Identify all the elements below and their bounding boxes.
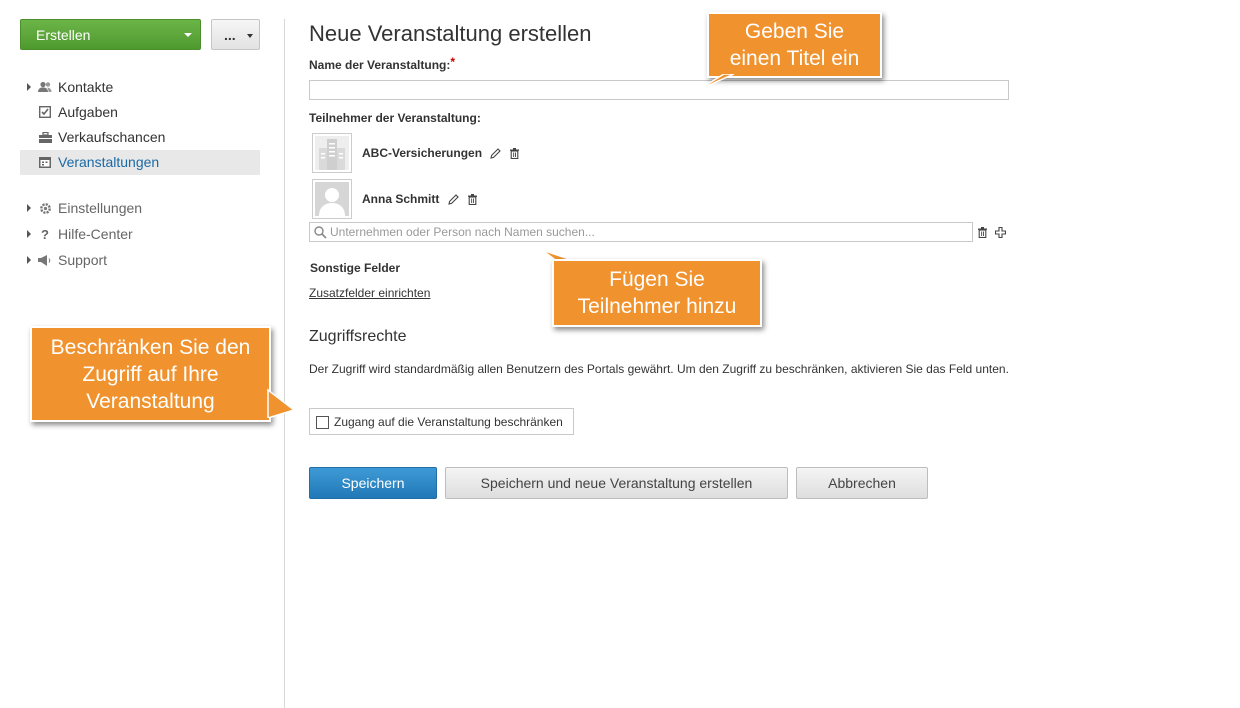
- expand-arrow-icon[interactable]: [27, 230, 31, 238]
- create-button[interactable]: Erstellen: [20, 19, 201, 50]
- sidebar-item-aufgaben[interactable]: Aufgaben: [20, 100, 260, 125]
- save-and-new-button[interactable]: Speichern und neue Veranstaltung erstell…: [445, 467, 788, 499]
- company-building-icon: [319, 139, 345, 170]
- sidebar-item-label: Veranstaltungen: [58, 154, 160, 170]
- person-silhouette-icon: [319, 188, 345, 216]
- callout-pointer-icon: [697, 74, 735, 91]
- edit-pencil-icon[interactable]: [489, 147, 501, 159]
- create-button-label: Erstellen: [36, 26, 91, 43]
- required-marker: *: [450, 55, 456, 69]
- access-rights-description: Der Zugriff wird standardmäßig allen Ben…: [309, 362, 1009, 376]
- trash-icon[interactable]: [976, 226, 988, 238]
- sidebar-item-label: Kontakte: [58, 79, 114, 95]
- expand-arrow-icon[interactable]: [27, 256, 31, 264]
- callout-pointer-icon: [267, 388, 296, 418]
- cancel-button[interactable]: Abbrechen: [796, 467, 928, 499]
- custom-fields-link[interactable]: Zusatzfelder einrichten: [309, 286, 430, 300]
- add-plus-icon[interactable]: [994, 226, 1006, 238]
- page-title: Neue Veranstaltung erstellen: [309, 21, 592, 46]
- chevron-down-icon: [184, 33, 192, 37]
- edit-pencil-icon[interactable]: [447, 193, 459, 205]
- participants-label: Teilnehmer der Veranstaltung:: [309, 111, 481, 125]
- sidebar-item-label: Hilfe-Center: [58, 226, 133, 242]
- search-icon: [314, 226, 327, 239]
- event-name-label: Name der Veranstaltung:*: [309, 55, 456, 72]
- gear-icon: [38, 201, 52, 215]
- restrict-access-toggle[interactable]: Zugang auf die Veranstaltung beschränken: [309, 408, 574, 435]
- trash-icon[interactable]: [508, 147, 520, 159]
- more-button-label: ...: [224, 26, 236, 43]
- sidebar-item-hilfe-center[interactable]: ? Hilfe-Center: [20, 222, 260, 247]
- restrict-access-checkbox[interactable]: [316, 416, 329, 429]
- participant-search-input[interactable]: [330, 224, 960, 240]
- participant-search[interactable]: [309, 222, 973, 242]
- sidebar-item-einstellungen[interactable]: Einstellungen: [20, 196, 260, 221]
- expand-arrow-icon[interactable]: [27, 83, 31, 91]
- briefcase-icon: [38, 130, 52, 144]
- participant-name[interactable]: ABC-Versicherungen: [362, 146, 482, 160]
- restrict-access-label: Zugang auf die Veranstaltung beschränken: [334, 415, 563, 429]
- sidebar-item-label: Einstellungen: [58, 200, 143, 216]
- sidebar-item-label: Aufgaben: [58, 104, 118, 120]
- person-avatar: [312, 179, 352, 219]
- access-rights-heading: Zugriffsrechte: [309, 328, 407, 345]
- megaphone-icon: [38, 253, 52, 267]
- more-button[interactable]: ...: [211, 19, 260, 50]
- sidebar-item-support[interactable]: Support: [20, 248, 260, 273]
- callout-participants-hint: Fügen Sie Teilnehmer hinzu: [552, 259, 762, 327]
- sidebar-item-veranstaltungen[interactable]: Veranstaltungen: [20, 150, 260, 175]
- trash-icon[interactable]: [466, 193, 478, 205]
- sidebar-item-kontakte[interactable]: Kontakte: [20, 75, 260, 100]
- chevron-down-icon: [247, 34, 253, 38]
- task-check-icon: [38, 105, 52, 119]
- callout-access-hint: Beschränken Sie den Zugriff auf Ihre Ver…: [30, 326, 271, 422]
- calendar-icon: [38, 155, 52, 169]
- sidebar-item-label: Support: [58, 252, 108, 268]
- contacts-icon: [38, 80, 52, 94]
- other-fields-label: Sonstige Felder: [310, 261, 401, 275]
- company-avatar: [312, 133, 352, 173]
- participant-name[interactable]: Anna Schmitt: [362, 192, 439, 206]
- expand-arrow-icon[interactable]: [27, 204, 31, 212]
- callout-title-hint: Geben Sie einen Titel ein: [707, 12, 882, 78]
- help-question-icon: ?: [41, 226, 49, 242]
- save-button[interactable]: Speichern: [309, 467, 437, 499]
- event-name-label-text: Name der Veranstaltung:: [309, 58, 451, 72]
- sidebar-divider: [284, 19, 285, 708]
- sidebar-item-label: Verkaufschancen: [58, 129, 166, 145]
- sidebar-item-verkaufschancen[interactable]: Verkaufschancen: [20, 125, 260, 150]
- event-name-input[interactable]: [309, 80, 1009, 100]
